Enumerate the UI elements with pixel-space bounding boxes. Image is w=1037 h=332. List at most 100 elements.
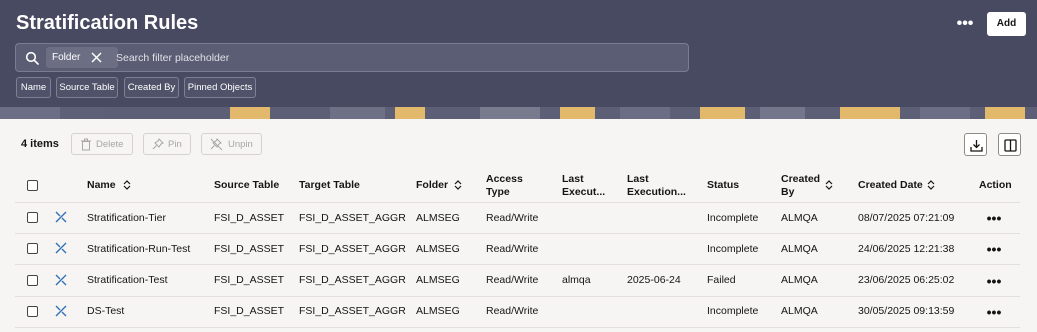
cell-created-date: 23/06/2025 06:25:02 [858, 274, 955, 286]
filter-created-by-button[interactable]: Created By [124, 77, 179, 98]
cell-target-table: FSI_D_ASSET_AGGR [299, 243, 406, 255]
column-header-last-execution-line1[interactable]: Last [627, 173, 649, 186]
add-button[interactable]: Add [987, 12, 1026, 36]
row-actions-button[interactable]: ••• [985, 305, 1003, 320]
search-input[interactable] [116, 50, 676, 66]
cell-status: Incomplete [707, 305, 759, 317]
column-header-access-type-line1[interactable]: Access [486, 173, 523, 186]
column-header-access-type-line2[interactable]: Type [486, 186, 510, 199]
cell-created-by: ALMQA [781, 243, 818, 255]
sort-icon[interactable] [454, 180, 462, 190]
stratification-icon [55, 274, 67, 286]
sort-icon[interactable] [123, 180, 131, 190]
row-checkbox[interactable] [27, 243, 38, 254]
cell-source-table: FSI_D_ASSET [214, 305, 285, 317]
close-icon[interactable] [90, 51, 103, 64]
pin-button[interactable]: Pin [143, 133, 191, 155]
column-header-source-table[interactable]: Source Table [214, 179, 279, 192]
cell-name[interactable]: Stratification-Test [87, 274, 168, 286]
cell-created-by: ALMQA [781, 305, 818, 317]
column-header-status[interactable]: Status [707, 179, 739, 192]
stratification-icon [55, 211, 67, 223]
cell-created-date: 24/06/2025 12:21:38 [858, 243, 955, 255]
page-title: Stratification Rules [16, 12, 199, 34]
cell-created-date: 08/07/2025 07:21:09 [858, 212, 955, 224]
decorative-band [0, 107, 1037, 119]
filter-chip-label: Folder [52, 52, 81, 63]
cell-last-executed-by: almqa [562, 274, 591, 286]
sort-icon[interactable] [927, 180, 935, 190]
divider [15, 327, 1020, 328]
cell-folder: ALMSEG [416, 274, 460, 286]
unpin-label: Unpin [228, 139, 253, 150]
pin-icon [152, 138, 164, 150]
column-header-action: Action [979, 179, 1012, 191]
filter-pinned-objects-button[interactable]: Pinned Objects [184, 77, 256, 98]
page-header: Stratification Rules ••• Add Folder Name… [0, 0, 1037, 119]
cell-status: Failed [707, 274, 736, 286]
divider [15, 202, 1020, 203]
more-options-button[interactable]: ••• [952, 12, 978, 36]
column-header-target-table[interactable]: Target Table [299, 179, 360, 192]
cell-access-type: Read/Write [486, 243, 539, 255]
columns-icon [1004, 139, 1017, 152]
download-icon [970, 140, 983, 152]
cell-source-table: FSI_D_ASSET [214, 243, 285, 255]
cell-access-type: Read/Write [486, 212, 539, 224]
divider [15, 264, 1020, 265]
cell-status: Incomplete [707, 243, 759, 255]
column-header-folder[interactable]: Folder [416, 179, 448, 192]
cell-source-table: FSI_D_ASSET [214, 274, 285, 286]
cell-created-date: 30/05/2025 09:13:59 [858, 305, 955, 317]
cell-access-type: Read/Write [486, 305, 539, 317]
column-header-created-by-line2[interactable]: By [781, 186, 794, 199]
cell-access-type: Read/Write [486, 274, 539, 286]
column-header-name[interactable]: Name [87, 179, 116, 192]
cell-created-by: ALMQA [781, 212, 818, 224]
column-header-created-date[interactable]: Created Date [858, 179, 923, 192]
cell-name[interactable]: Stratification-Tier [87, 212, 166, 224]
column-header-created-by-line1[interactable]: Created [781, 173, 820, 186]
column-header-last-executed-by-line1[interactable]: Last [562, 173, 584, 186]
stratification-icon [55, 242, 67, 254]
delete-label: Delete [96, 139, 124, 150]
row-actions-button[interactable]: ••• [985, 274, 1003, 289]
cell-folder: ALMSEG [416, 243, 460, 255]
cell-created-by: ALMQA [781, 274, 818, 286]
unpin-icon [210, 138, 223, 151]
sort-icon[interactable] [825, 180, 833, 190]
divider [15, 296, 1020, 297]
pin-label: Pin [168, 139, 182, 150]
cell-folder: ALMSEG [416, 305, 460, 317]
column-header-last-execution-line2[interactable]: Execution... [627, 186, 686, 199]
search-bar[interactable]: Folder [15, 43, 689, 72]
search-icon [25, 51, 39, 65]
cell-name[interactable]: DS-Test [87, 305, 124, 317]
cell-target-table: FSI_D_ASSET_AGGR [299, 274, 406, 286]
row-checkbox[interactable] [27, 275, 38, 286]
cell-status: Incomplete [707, 212, 759, 224]
cell-last-execution: 2025-06-24 [627, 274, 681, 286]
row-checkbox[interactable] [27, 306, 38, 317]
cell-target-table: FSI_D_ASSET_AGGR [299, 305, 406, 317]
row-checkbox[interactable] [27, 212, 38, 223]
delete-button[interactable]: Delete [71, 133, 133, 155]
cell-source-table: FSI_D_ASSET [214, 212, 285, 224]
filter-source-table-button[interactable]: Source Table [56, 77, 118, 98]
download-button[interactable] [964, 133, 987, 156]
row-actions-button[interactable]: ••• [985, 211, 1003, 226]
trash-icon [81, 138, 91, 151]
column-header-last-executed-by-line2[interactable]: Execut... [562, 186, 605, 199]
stratification-icon [55, 305, 67, 317]
filter-chip-folder[interactable]: Folder [46, 47, 118, 68]
item-count: 4 items [21, 138, 59, 150]
cell-folder: ALMSEG [416, 212, 460, 224]
unpin-button[interactable]: Unpin [201, 133, 262, 155]
row-actions-button[interactable]: ••• [985, 242, 1003, 257]
cell-target-table: FSI_D_ASSET_AGGR [299, 212, 406, 224]
select-all-checkbox[interactable] [27, 180, 38, 191]
column-layout-button[interactable] [998, 133, 1021, 156]
divider [15, 233, 1020, 234]
cell-name[interactable]: Stratification-Run-Test [87, 243, 190, 255]
filter-name-button[interactable]: Name [16, 77, 51, 98]
